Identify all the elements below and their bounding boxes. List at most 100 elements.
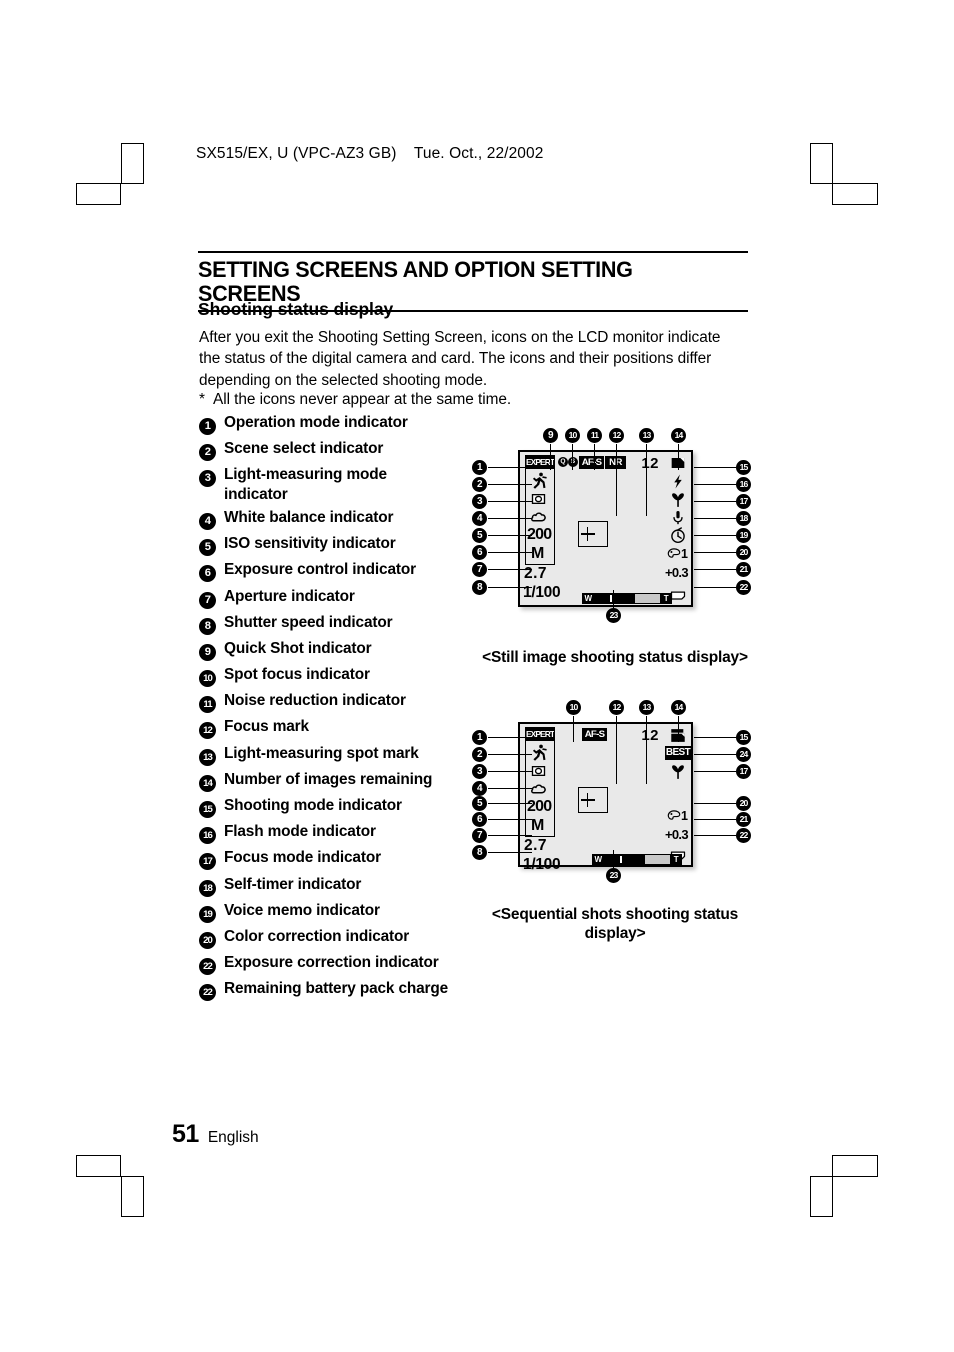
legend-item-label: ISO sensitivity indicator (224, 535, 396, 553)
diagram2-caption-line1: <Sequential shots shooting status (491, 906, 739, 923)
legend-item-number: 5 (199, 534, 224, 557)
legend-item-label: Exposure control indicator (224, 561, 416, 579)
legend-item-8: 8 Shutter speed indicator (199, 613, 489, 635)
leader-line (694, 467, 736, 469)
leader-line (694, 535, 736, 537)
leader-line (572, 444, 574, 470)
leader-line (488, 737, 532, 739)
leader-line (488, 852, 532, 854)
quick-shot-indicator: QS (558, 457, 578, 467)
zoom-wide-label: W (582, 593, 594, 604)
leader-line (488, 501, 532, 503)
leader-line (488, 484, 532, 486)
leader-line (550, 444, 552, 470)
circled-number: 22 (199, 958, 216, 976)
leader-line (573, 716, 575, 742)
callout-21: 21 (736, 812, 751, 827)
callout-1: 1 (472, 460, 487, 475)
legend-item-number: 19 (199, 901, 224, 923)
best-shot-indicator: BEST (665, 746, 691, 760)
note-text: All the icons never appear at the same t… (213, 391, 512, 408)
circled-number: 18 (199, 879, 216, 897)
leader-line (694, 754, 736, 756)
circled-number: 4 (199, 512, 216, 530)
callout-21: 21 (736, 562, 751, 577)
color-correction-indicator: 1 (667, 809, 688, 823)
footer-language: English (207, 1129, 259, 1146)
images-remaining: 12 (641, 455, 659, 472)
legend-item-number: 9 (199, 639, 224, 661)
color-correction-value: 1 (681, 808, 688, 823)
legend-item-20: 20 Color correction indicator (199, 927, 489, 949)
callout-11: 11 (587, 428, 602, 443)
leader-line (694, 484, 736, 486)
callout-19: 19 (736, 528, 751, 543)
callout-15: 15 (736, 460, 751, 475)
leader-line (694, 587, 736, 589)
circled-number: 10 (199, 670, 216, 688)
microphone-icon (673, 510, 683, 525)
callout-8: 8 (472, 580, 487, 595)
zoom-tele-label: T (670, 854, 682, 865)
legend-item-22: 22 Remaining battery pack charge (199, 979, 489, 1002)
callout-20: 20 (736, 796, 751, 811)
images-remaining: 12 (641, 727, 659, 744)
callout-10: 10 (565, 428, 580, 443)
callout-6: 6 (472, 812, 487, 827)
self-timer-indicator (669, 527, 687, 544)
leader-line (616, 444, 618, 516)
legend-item-label: Number of images remaining (224, 770, 433, 788)
callout-22: 22 (736, 580, 751, 595)
zoom-track[interactable] (594, 593, 660, 604)
legend-item-number: 8 (199, 613, 224, 635)
flash-bolt-icon (674, 474, 682, 489)
stopwatch-icon (671, 527, 685, 544)
legend-item-label: Remaining battery pack charge (224, 980, 449, 998)
crop-mark-top-right (810, 143, 878, 205)
zoom-bar[interactable]: WT (582, 593, 672, 604)
legend-item-number: 16 (199, 822, 224, 845)
legend-item-number: 4 (199, 508, 224, 530)
legend-item-number: 17 (199, 848, 224, 871)
callout-17: 17 (736, 494, 751, 509)
spot-focus-indicator: AF-S (582, 728, 607, 741)
zoom-bar[interactable]: WT (592, 854, 682, 865)
exposure-correction-indicator: +0.3 (665, 565, 689, 580)
legend-item-2: 2 Scene select indicator (199, 439, 489, 462)
legend-item-21: 22 Exposure correction indicator (199, 953, 489, 976)
light-measuring-spot-mark-v (586, 792, 589, 807)
legend-item-label: Shooting mode indicator (224, 797, 402, 815)
legend-item-number: 11 (199, 691, 224, 714)
leader-line (488, 819, 532, 821)
leader-line (646, 444, 648, 516)
circled-number: 19 (199, 905, 216, 923)
circled-number: 22 (199, 984, 216, 1002)
legend-item-label: Aperture indicator (224, 587, 355, 605)
callout-4: 4 (472, 781, 487, 796)
leader-line (488, 569, 532, 571)
legend-item-label: Focus mark (224, 718, 309, 736)
legend-item-number: 22 (199, 953, 224, 976)
legend-item-4: 4 White balance indicator (199, 508, 489, 530)
legend-item-9: 9 Quick Shot indicator (199, 639, 489, 661)
legend-item-number: 2 (199, 439, 224, 462)
legend-item-11: 11 Noise reduction indicator (199, 691, 489, 714)
legend-item-16: 16 Flash mode indicator (199, 822, 489, 845)
circled-number: 16 (199, 827, 216, 845)
leader-line (694, 518, 736, 520)
legend-item-1: 1 Operation mode indicator (199, 413, 489, 435)
leader-line (613, 590, 615, 608)
leader-line (694, 771, 736, 773)
legend-item-number: 6 (199, 560, 224, 583)
leader-line (488, 587, 532, 589)
left-column-frame (525, 727, 555, 837)
leader-line (694, 737, 736, 739)
callout-16: 16 (736, 477, 751, 492)
note-marker: * (199, 391, 205, 408)
color-correction-indicator: 1 (667, 547, 688, 561)
callout-18: 18 (736, 511, 751, 526)
circled-number: 13 (199, 748, 216, 766)
still-image-status-diagram: EXPERT200M2.71/100QSAF-SNR121+0.3WT12345… (470, 428, 755, 623)
callout-9: 9 (543, 428, 558, 443)
legend-item-label: Self-timer indicator (224, 875, 362, 893)
